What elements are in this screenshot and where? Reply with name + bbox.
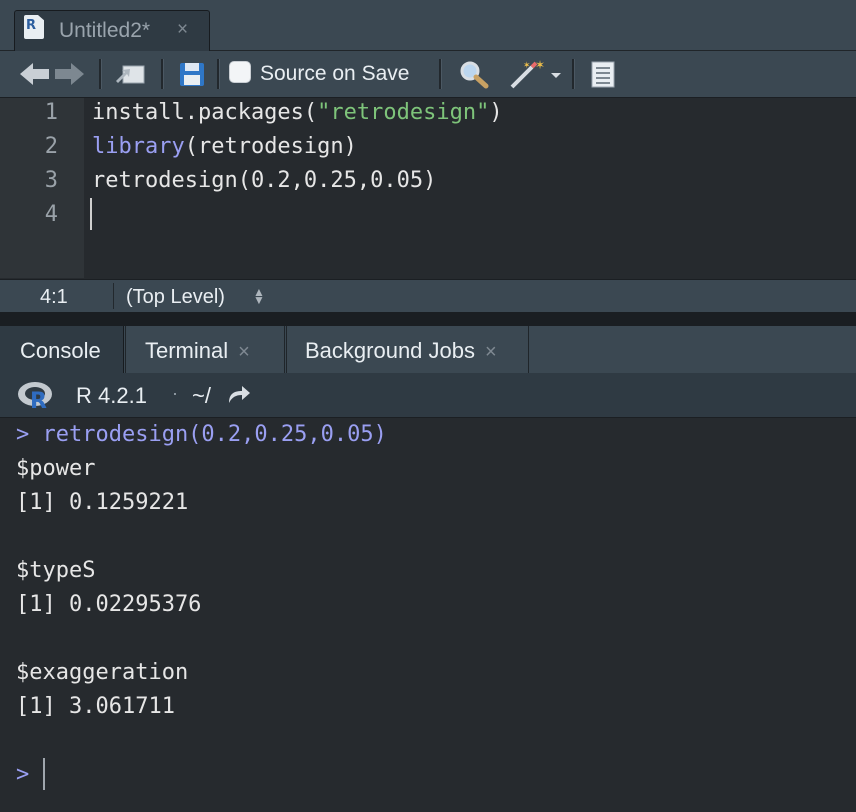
editor-toolbar: Source on Save ✶ ✶ [0, 51, 856, 98]
document-outline-icon[interactable] [588, 59, 618, 89]
toolbar-separator [572, 59, 575, 89]
console-output[interactable]: > retrodesign(0.2,0.25,0.05) $power [1] … [0, 418, 856, 812]
console-cursor [43, 758, 45, 790]
console-output-line: [1] 0.02295376 [16, 592, 202, 617]
source-on-save-checkbox[interactable] [229, 61, 251, 83]
text-cursor [90, 198, 92, 230]
console-input-prompt[interactable]: > [16, 762, 29, 787]
source-on-save-label[interactable]: Source on Save [260, 62, 409, 86]
r-logo-letter: R [30, 389, 47, 414]
working-directory[interactable]: ~/ [192, 383, 211, 409]
console-output-line: $exaggeration [16, 660, 189, 685]
line-number: 3 [44, 168, 58, 193]
console-output-line: $power [16, 456, 96, 481]
toolbar-separator [217, 59, 220, 89]
line-number: 1 [44, 100, 58, 125]
magic-wand-icon[interactable]: ✶ ✶ [508, 59, 546, 89]
console-header: R R 4.2.1 · ~/ [0, 373, 856, 418]
scope-selector[interactable]: (Top Level) [126, 286, 225, 309]
forward-arrow-icon[interactable] [52, 59, 86, 89]
tab-console[interactable]: Console [0, 326, 124, 373]
cursor-position: 4:1 [40, 286, 68, 308]
code-editor[interactable]: 1 2 3 4 install.packages("retrodesign") … [0, 98, 856, 278]
code-line: retrodesign(0.2,0.25,0.05) [92, 168, 437, 193]
svg-text:✶: ✶ [523, 61, 531, 71]
line-number: 4 [44, 202, 58, 227]
save-icon[interactable] [177, 59, 207, 89]
go-to-directory-icon[interactable] [226, 383, 252, 405]
toolbar-separator [99, 59, 102, 89]
line-number-gutter: 1 2 3 4 [0, 98, 84, 278]
console-tab-bar: Console Terminal × Background Jobs × [0, 326, 856, 373]
r-version: R 4.2.1 [76, 383, 147, 408]
tab-terminal[interactable]: Terminal × [125, 326, 285, 373]
console-output-line: $typeS [16, 558, 96, 583]
status-separator [113, 283, 114, 309]
editor-file-tab[interactable]: R Untitled2* × [14, 10, 210, 51]
editor-tab-bar: R Untitled2* × [0, 8, 856, 51]
pane-splitter[interactable] [0, 312, 856, 326]
code-line: library(retrodesign) [92, 134, 357, 159]
close-icon[interactable]: × [485, 341, 497, 363]
search-icon[interactable] [458, 59, 490, 89]
line-number: 2 [44, 134, 58, 159]
updown-chevron-icon[interactable]: ▲ ▼ [253, 286, 265, 306]
show-in-window-icon[interactable] [113, 59, 147, 89]
back-arrow-icon[interactable] [18, 59, 52, 89]
console-output-line: [1] 3.061711 [16, 694, 175, 719]
toolbar-separator [439, 59, 442, 89]
tab-background-jobs[interactable]: Background Jobs × [286, 326, 529, 373]
close-icon[interactable]: × [238, 341, 250, 363]
svg-text:✶: ✶ [535, 59, 545, 72]
toolbar-separator [161, 59, 164, 89]
window-top-band [0, 0, 856, 8]
code-line: install.packages("retrodesign") [92, 100, 503, 125]
r-file-icon: R [24, 15, 44, 39]
chevron-down-icon[interactable] [548, 59, 564, 89]
close-icon[interactable]: × [177, 19, 188, 41]
console-command: > retrodesign(0.2,0.25,0.05) [16, 422, 387, 447]
console-output-line: [1] 0.1259221 [16, 490, 189, 515]
editor-tab-title: Untitled2* [59, 19, 151, 42]
editor-status-bar: 4:1 (Top Level) ▲ ▼ [0, 279, 856, 312]
header-separator: · [172, 383, 178, 403]
